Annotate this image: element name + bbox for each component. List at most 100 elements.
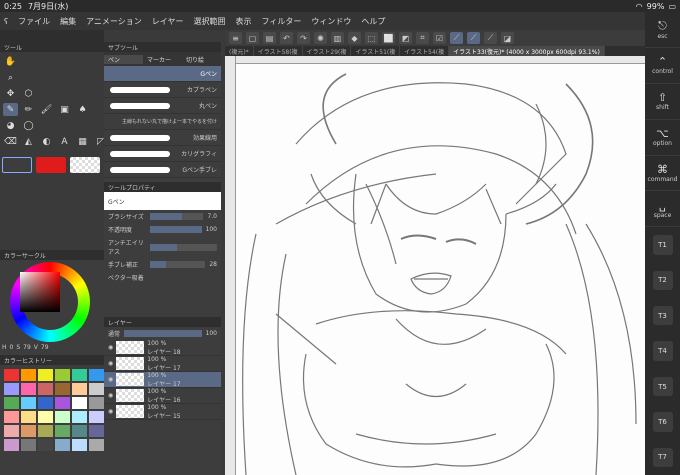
menu-filter[interactable]: フィルター xyxy=(262,16,302,27)
command-key[interactable]: ⌘ command xyxy=(645,156,680,192)
blend-icon[interactable]: ◕ xyxy=(3,120,18,133)
blend-mode-row[interactable]: 通常 100 xyxy=(104,327,221,340)
history-swatch[interactable] xyxy=(4,411,19,423)
esc-key[interactable]: ⎋ esc xyxy=(645,12,680,48)
snap-special-icon[interactable]: ⟋ xyxy=(450,32,463,44)
frame-icon[interactable]: ▦ xyxy=(75,136,90,149)
history-swatch[interactable] xyxy=(55,439,70,451)
history-swatch[interactable] xyxy=(55,411,70,423)
t5-key[interactable]: T5 xyxy=(652,376,673,397)
main-color-chip[interactable] xyxy=(36,157,66,173)
menu-selection[interactable]: 選択範囲 xyxy=(194,16,226,27)
blend-mode-select[interactable]: 通常 xyxy=(108,329,120,338)
snap-ruler-icon[interactable]: ⌗ xyxy=(416,32,429,44)
visibility-eye-icon[interactable]: ◉ xyxy=(108,360,113,367)
history-swatch[interactable] xyxy=(4,383,19,395)
history-swatch[interactable] xyxy=(4,425,19,437)
fill-icon[interactable]: ◆ xyxy=(348,32,361,44)
history-swatch[interactable] xyxy=(55,425,70,437)
history-swatch[interactable] xyxy=(72,425,87,437)
history-swatch[interactable] xyxy=(72,369,87,381)
brush-item-gpen[interactable]: Gペン xyxy=(104,66,221,82)
history-swatch[interactable] xyxy=(55,397,70,409)
hand-icon[interactable]: ✋ xyxy=(3,55,18,68)
menu-window[interactable]: ウィンドウ xyxy=(311,16,351,27)
saturation-value-square[interactable] xyxy=(20,272,60,312)
history-swatch[interactable] xyxy=(89,397,104,409)
pencil-icon[interactable]: ✏ xyxy=(21,103,36,116)
visibility-eye-icon[interactable]: ◉ xyxy=(108,344,113,351)
menu-icon[interactable]: ≡ xyxy=(229,32,242,44)
brush-item-gpen-shake[interactable]: Gペン手ブレ xyxy=(104,162,221,178)
tab-doc-1[interactable]: (複元)* xyxy=(225,46,254,56)
menu-view[interactable]: 表示 xyxy=(236,16,252,27)
brush-item-maru[interactable]: 丸ペン xyxy=(104,98,221,114)
history-swatch[interactable] xyxy=(89,383,104,395)
layer-row[interactable]: ◉ 100 % レイヤー 17 xyxy=(104,372,221,388)
shift-key[interactable]: ⇧ shift xyxy=(645,84,680,120)
visibility-eye-icon[interactable]: ◉ xyxy=(108,376,113,383)
eraser-icon[interactable]: ⌫ xyxy=(3,136,18,149)
zoom-icon[interactable]: ⌕ xyxy=(3,71,18,84)
invert-icon[interactable]: ◩ xyxy=(399,32,412,44)
sub-color-chip[interactable] xyxy=(2,157,32,173)
brush-icon[interactable]: 🖌 xyxy=(39,103,54,116)
option-key[interactable]: ⌥ option xyxy=(645,120,680,156)
tab-doc-active[interactable]: イラスト33(復元)* (4000 x 3000px 600dpi 93.1%) xyxy=(449,46,605,56)
space-key[interactable]: ␣ space xyxy=(645,191,680,228)
history-swatch[interactable] xyxy=(89,439,104,451)
text-icon[interactable]: A xyxy=(57,136,72,149)
undo-icon[interactable]: ↶ xyxy=(280,32,293,44)
control-key[interactable]: ⌃ control xyxy=(645,48,680,84)
t2-key[interactable]: T2 xyxy=(652,270,673,291)
history-swatch[interactable] xyxy=(38,369,53,381)
menu-edit[interactable]: 編集 xyxy=(60,16,76,27)
subtool-tab-marker[interactable]: マーカー xyxy=(143,55,182,64)
history-swatch[interactable] xyxy=(72,439,87,451)
pen-icon[interactable]: ✎ xyxy=(3,103,18,117)
decoration-icon[interactable]: ♠ xyxy=(75,103,90,116)
deselect-icon[interactable]: ⬜ xyxy=(382,32,395,44)
object-icon[interactable]: ⬡ xyxy=(21,87,36,100)
redo-icon[interactable]: ↷ xyxy=(297,32,310,44)
layer-row[interactable]: ◉ 100 % レイヤー 18 xyxy=(104,340,221,356)
loading-icon[interactable]: ✺ xyxy=(314,32,327,44)
save-icon[interactable]: ▤ xyxy=(263,32,276,44)
history-swatch[interactable] xyxy=(21,425,36,437)
history-swatch[interactable] xyxy=(38,383,53,395)
history-swatch[interactable] xyxy=(21,411,36,423)
menu-layer[interactable]: レイヤー xyxy=(152,16,184,27)
app-logo-icon[interactable]: ʕ xyxy=(4,17,8,26)
brush-item-calligraphy[interactable]: カリグラフィ xyxy=(104,146,221,162)
brush-item-kabura[interactable]: カブラペン xyxy=(104,82,221,98)
history-swatch[interactable] xyxy=(38,411,53,423)
subtool-tab-pen[interactable]: ペン xyxy=(104,54,143,64)
tab-doc-4[interactable]: イラスト51(複 xyxy=(351,46,401,56)
gradient-icon[interactable]: ◐ xyxy=(39,136,54,149)
opacity-row[interactable]: 不透明度 100 xyxy=(104,223,221,236)
history-swatch[interactable] xyxy=(4,397,19,409)
t7-key[interactable]: T7 xyxy=(652,447,673,467)
brush-item-custom[interactable]: 主線もれない丸で描けよ一本でやるを付け xyxy=(104,114,221,130)
history-swatch[interactable] xyxy=(21,439,36,451)
history-swatch[interactable] xyxy=(4,369,19,381)
vector-snap-row[interactable]: ベクター吸着 xyxy=(104,271,221,284)
history-swatch[interactable] xyxy=(4,439,19,451)
airbrush-icon[interactable]: ▣ xyxy=(57,103,72,116)
drawing-canvas[interactable] xyxy=(236,64,645,475)
brush-size-row[interactable]: ブラシサイズ 7.0 xyxy=(104,210,221,223)
layer-flat-icon[interactable]: ⟋ xyxy=(484,32,497,44)
tab-doc-2[interactable]: イラスト58(複 xyxy=(254,46,303,56)
history-swatch[interactable] xyxy=(21,383,36,395)
layer-row[interactable]: ◉ 100 % レイヤー 17 xyxy=(104,356,221,372)
stabilization-row[interactable]: 手ブレ補正 28 xyxy=(104,258,221,271)
tab-doc-3[interactable]: イラスト29(複 xyxy=(303,46,352,56)
history-swatch[interactable] xyxy=(38,439,53,451)
history-swatch[interactable] xyxy=(89,369,104,381)
history-swatch[interactable] xyxy=(72,383,87,395)
history-swatch[interactable] xyxy=(55,369,70,381)
t4-key[interactable]: T4 xyxy=(652,341,673,361)
snap-grid-icon[interactable]: ⟋ xyxy=(467,32,480,44)
menu-help[interactable]: ヘルプ xyxy=(361,16,385,27)
brush-item-effect[interactable]: 効果線用 xyxy=(104,130,221,146)
